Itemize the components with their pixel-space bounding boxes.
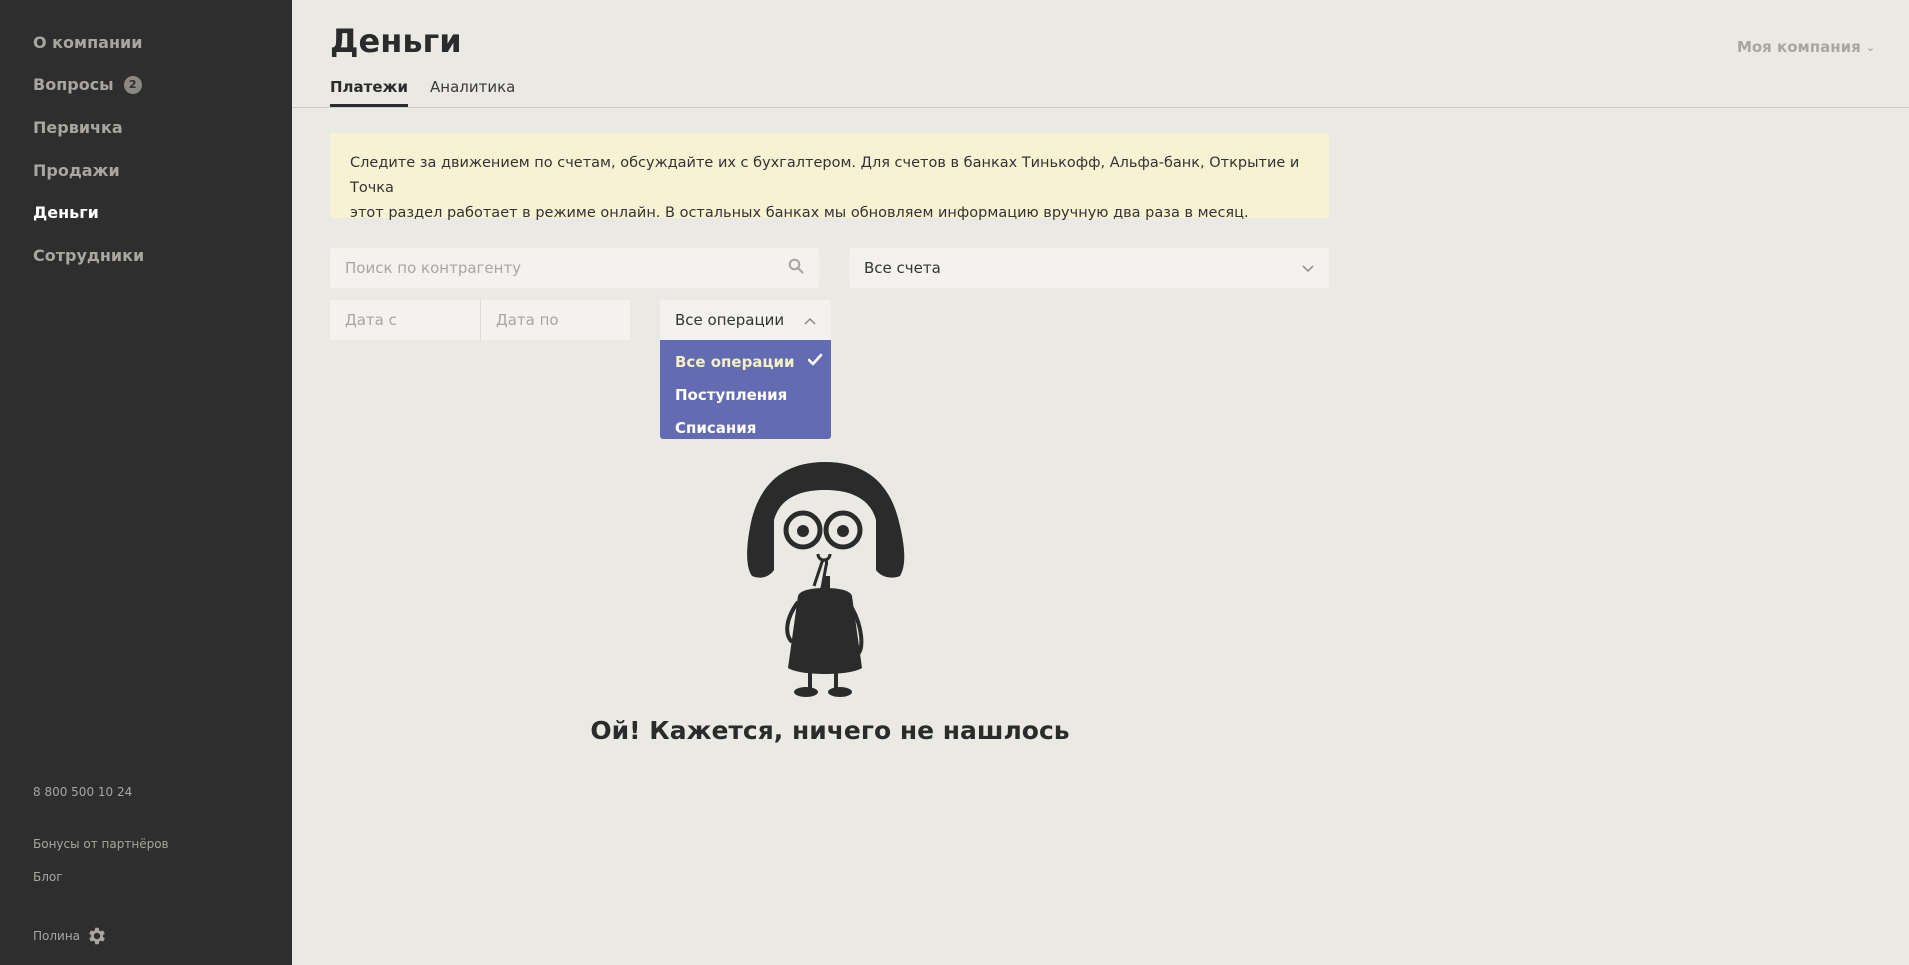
chevron-up-icon [804,311,816,329]
user-name: Полина [33,929,81,943]
tabs-divider [292,107,1909,108]
gear-icon[interactable] [86,925,108,947]
company-name: Моя компания [1736,38,1861,56]
date-to-placeholder: Дата по [496,311,559,329]
page-title: Деньги [330,22,462,60]
tab-label: Аналитика [430,78,516,96]
notice-line-2: этот раздел работает в режиме онлайн. В … [350,205,1249,221]
option-label: Все операции [675,352,795,371]
sidebar-item-sales[interactable]: Продажи [33,161,120,180]
option-label: Списания [675,418,757,437]
counterparty-search-input[interactable]: Поиск по контрагенту [330,248,819,288]
tab-label: Платежи [330,78,408,96]
notice-line-1: Следите за движением по счетам, обсуждай… [350,155,1300,196]
user-menu[interactable]: Полина [33,925,108,947]
partners-bonus-link[interactable]: Бонусы от партнёров [33,837,169,851]
support-phone[interactable]: 8 800 500 10 24 [33,785,132,799]
sidebar-item-company[interactable]: О компании [33,33,142,52]
option-label: Поступления [675,385,788,404]
tab-analytics[interactable]: Аналитика [430,78,515,106]
sidebar-item-money[interactable]: Деньги [33,203,99,222]
date-to-input[interactable]: Дата по [480,300,630,340]
operations-select[interactable]: Все операции [660,300,831,340]
info-notice: Следите за движением по счетам, обсуждай… [330,133,1329,221]
empty-state-message: Ой! Кажется, ничего не нашлось [590,716,1070,745]
accounts-selected-value: Все счета [864,259,941,277]
tab-payments[interactable]: Платежи [330,78,408,107]
blog-link[interactable]: Блог [33,870,63,884]
operations-option-expense[interactable]: Списания [660,411,831,444]
chevron-down-icon [1302,259,1314,277]
date-from-placeholder: Дата с [345,311,397,329]
operations-dropdown-menu: Все операции Поступления Списания [660,340,831,439]
check-icon [807,353,823,371]
sidebar-item-questions[interactable]: Вопросы 2 [33,75,142,94]
accounts-select[interactable]: Все счета [849,248,1329,288]
operations-selected-value: Все операции [675,311,785,329]
search-icon[interactable] [788,258,804,278]
sidebar: О компании Вопросы 2 Первичка Продажи Де… [0,0,292,965]
search-placeholder: Поиск по контрагенту [345,259,522,277]
questions-count-badge: 2 [123,75,142,94]
company-switcher[interactable]: Моя компания ⌄ [1737,38,1875,56]
sidebar-item-label: Деньги [33,203,99,222]
empty-state-illustration [740,458,910,698]
sidebar-item-label: Продажи [33,161,120,180]
operations-option-all[interactable]: Все операции [660,345,831,378]
sidebar-item-employees[interactable]: Сотрудники [33,246,144,265]
sidebar-item-label: О компании [33,33,143,52]
sidebar-item-primary-docs[interactable]: Первичка [33,118,123,137]
date-from-input[interactable]: Дата с [330,300,480,340]
sidebar-item-label: Первичка [33,118,123,137]
operations-option-income[interactable]: Поступления [660,378,831,411]
sidebar-item-label: Сотрудники [33,246,145,265]
chevron-down-icon: ⌄ [1865,40,1875,54]
sidebar-item-label: Вопросы [33,75,114,94]
